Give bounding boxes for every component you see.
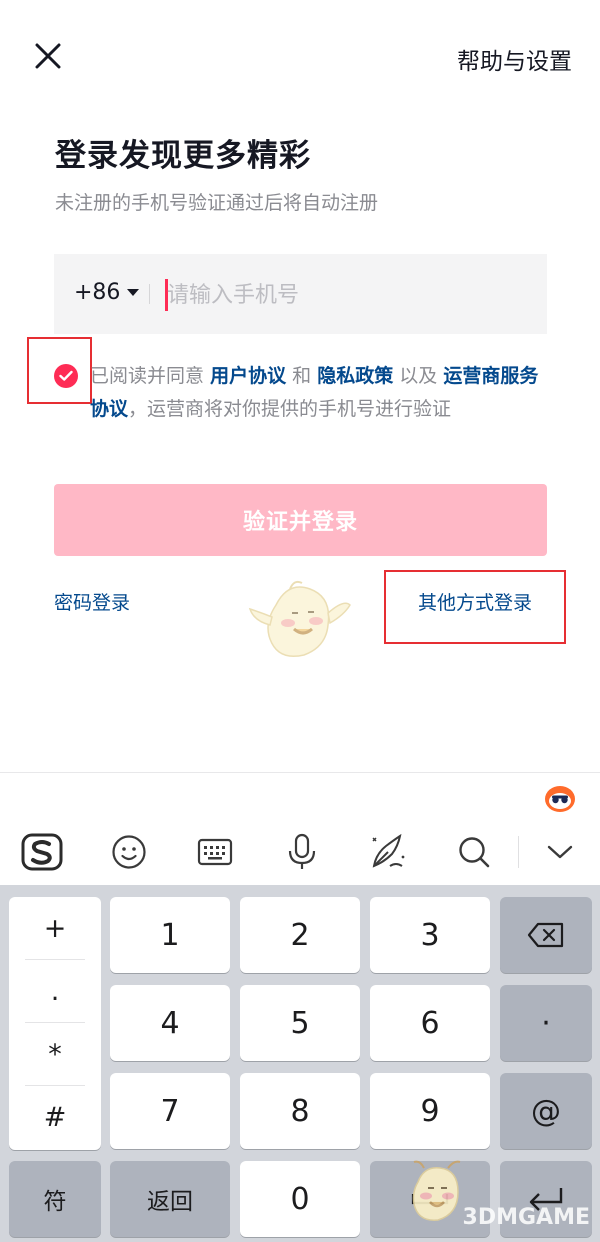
emoji-icon — [112, 835, 146, 869]
digit-key-8[interactable]: 8 — [240, 1073, 360, 1149]
symbol-switch-key[interactable]: 符 — [9, 1161, 101, 1237]
help-settings-link[interactable]: 帮助与设置 — [457, 42, 572, 76]
divider — [149, 284, 150, 304]
verify-login-button[interactable]: 验证并登录 — [54, 484, 547, 556]
at-key[interactable]: @ — [500, 1073, 592, 1149]
phone-number-input[interactable] — [167, 276, 527, 314]
symbol-key-star[interactable]: * — [9, 1023, 101, 1085]
backspace-icon — [527, 922, 564, 948]
digit-key-9[interactable]: 9 — [370, 1073, 490, 1149]
phone-input-box: +86 — [54, 254, 547, 334]
search-icon — [459, 837, 490, 868]
other-login-link[interactable]: 其他方式登录 — [418, 588, 532, 615]
agreement-text: 已阅读并同意 用户协议 和 隐私政策 以及 运营商服务协议，运营商将对你提供的手… — [90, 360, 540, 426]
keyboard-toolbar — [0, 820, 600, 882]
symbol-key-dot[interactable]: . — [9, 960, 101, 1022]
collapse-keyboard-button[interactable] — [538, 830, 582, 874]
back-key[interactable]: 返回 — [110, 1161, 230, 1237]
digit-key-2[interactable]: 2 — [240, 897, 360, 973]
user-agreement-link[interactable]: 用户协议 — [210, 365, 286, 387]
privacy-policy-link[interactable]: 隐私政策 — [317, 365, 393, 387]
emoji-button[interactable] — [107, 830, 151, 874]
country-code-selector[interactable]: +86 — [74, 280, 140, 305]
agreement-also: 以及 — [399, 365, 438, 387]
search-button[interactable] — [452, 830, 496, 874]
keyboard-top-divider — [0, 772, 600, 773]
numeric-keyboard: + . * # 1 2 3 4 5 6 7 8 9 0 · @ 符 返回 — [0, 885, 600, 1242]
digit-key-5[interactable]: 5 — [240, 985, 360, 1061]
digit-key-0[interactable]: 0 — [240, 1161, 360, 1237]
agreement-suffix: ，运营商将对你提供的手机号进行验证 — [128, 398, 452, 420]
page-title: 登录发现更多精彩 — [55, 138, 311, 174]
mascot-watermark-icon — [248, 580, 351, 657]
handwriting-button[interactable] — [366, 830, 410, 874]
symbol-key-hash[interactable]: # — [9, 1086, 101, 1148]
keyboard-switch-button[interactable] — [193, 830, 237, 874]
page-subtitle: 未注册的手机号验证通过后将自动注册 — [55, 192, 379, 214]
sogou-logo-button[interactable] — [20, 830, 64, 874]
checkmark-icon — [59, 370, 73, 381]
agreement-prefix: 已阅读并同意 — [90, 365, 205, 387]
microphone-icon — [288, 833, 316, 869]
keyboard-icon — [197, 838, 233, 866]
symbol-column: + . * # — [9, 897, 101, 1150]
backspace-key[interactable] — [500, 897, 592, 973]
digit-key-3[interactable]: 3 — [370, 897, 490, 973]
close-button[interactable] — [30, 38, 66, 74]
middle-dot-key[interactable]: · — [500, 985, 592, 1061]
close-icon — [35, 43, 61, 69]
watermark-mascot-icon — [412, 1160, 461, 1221]
symbol-key-plus[interactable]: + — [9, 897, 101, 959]
watermark-text: 3DMGAME — [462, 1205, 590, 1230]
digit-key-4[interactable]: 4 — [110, 985, 230, 1061]
digit-key-6[interactable]: 6 — [370, 985, 490, 1061]
digit-key-7[interactable]: 7 — [110, 1073, 230, 1149]
voice-input-button[interactable] — [280, 830, 324, 874]
sogou-logo-icon — [21, 833, 63, 871]
agreement-checkbox[interactable] — [54, 364, 78, 388]
keyboard-assistant-icon[interactable] — [543, 783, 577, 813]
caret-down-icon — [127, 289, 140, 296]
password-login-link[interactable]: 密码登录 — [54, 588, 130, 615]
handwriting-icon — [372, 833, 405, 868]
country-code: +86 — [74, 280, 121, 305]
agreement-and: 和 — [292, 365, 312, 387]
digit-key-1[interactable]: 1 — [110, 897, 230, 973]
collapse-icon — [547, 845, 573, 859]
toolbar-separator — [518, 836, 519, 868]
